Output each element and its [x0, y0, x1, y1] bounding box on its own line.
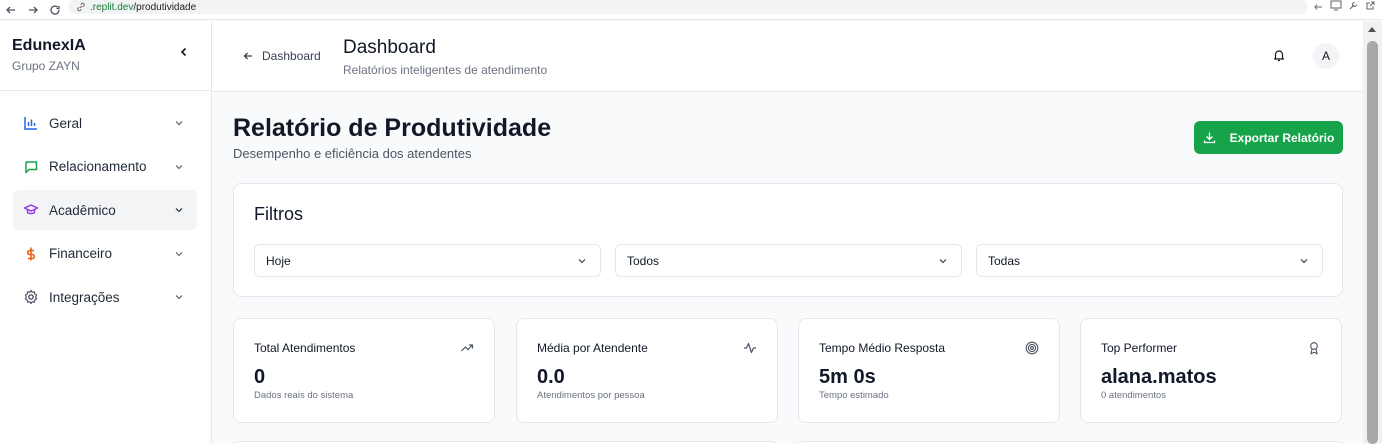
chevron-down-icon — [578, 259, 586, 264]
scroll-up-arrow-icon[interactable] — [1368, 27, 1376, 32]
back-arrow-icon[interactable] — [0, 0, 22, 20]
channel-select-value: Todas — [988, 253, 1021, 268]
sidebar-item-label: Acadêmico — [49, 202, 116, 218]
period-select[interactable]: Hoje — [254, 244, 601, 277]
sidebar-item-financeiro[interactable]: Financeiro — [13, 234, 197, 274]
stat-value: alana.matos — [1101, 366, 1217, 388]
forward-arrow-icon[interactable] — [22, 0, 44, 20]
period-select-value: Hoje — [266, 253, 291, 268]
sidebar-item-academico[interactable]: Acadêmico — [13, 190, 197, 230]
activity-icon — [744, 342, 756, 354]
stat-caption: Tempo estimado — [819, 390, 889, 401]
stat-caption: Dados reais do sistema — [254, 390, 354, 401]
scroll-thumb[interactable] — [1367, 41, 1378, 444]
page-title: Relatório de Produtividade — [233, 114, 552, 142]
stat-caption: 0 atendimentos — [1101, 390, 1166, 401]
header-subtitle: Relatórios inteligentes de atendimento — [343, 63, 548, 77]
stat-label: Top Performer — [1101, 341, 1178, 355]
collapse-sidebar-chevron-left-icon[interactable] — [177, 45, 191, 59]
sidebar-item-label: Geral — [49, 115, 83, 131]
arrow-left-icon — [243, 52, 252, 60]
reload-icon[interactable] — [44, 0, 66, 20]
browser-toolbar: .replit.dev/produtividade — [0, 0, 1382, 20]
graduation-cap-icon — [23, 202, 39, 218]
chevron-down-icon — [175, 251, 183, 256]
sidebar-nav: Geral Relacionamento Acadêmico Financeir… — [0, 91, 211, 317]
chevron-down-icon — [175, 208, 183, 213]
page-subtitle: Desempenho e eficiência dos atendentes — [233, 146, 472, 161]
gear-icon — [23, 289, 39, 305]
header-title: Dashboard — [343, 37, 436, 58]
url-host: .replit.dev — [90, 1, 134, 13]
brand-subtitle: Grupo ZAYN — [12, 59, 80, 73]
address-bar[interactable]: .replit.dev/produtividade — [68, 0, 1308, 14]
stat-card-total-atendimentos: Total Atendimentos 0 Dados reais do sist… — [233, 318, 495, 423]
filters-title: Filtros — [254, 204, 303, 224]
back-to-dashboard-link[interactable]: Dashboard — [242, 49, 321, 63]
sidebar-item-label: Financeiro — [49, 246, 113, 261]
chevron-down-icon — [939, 259, 947, 264]
sidebar: EdunexIA Grupo ZAYN Geral Relacionamento… — [0, 21, 212, 444]
stat-label: Média por Atendente — [537, 341, 648, 355]
brand-name: EdunexIA — [12, 37, 86, 54]
back-link-label: Dashboard — [262, 49, 321, 63]
open-new-tab-icon[interactable] — [1365, 0, 1376, 14]
wrench-icon[interactable] — [1348, 0, 1359, 14]
bell-icon[interactable] — [1272, 48, 1286, 62]
sidebar-item-geral[interactable]: Geral — [13, 103, 197, 143]
trending-up-icon — [461, 344, 474, 352]
chevron-down-icon — [175, 164, 183, 169]
stat-label: Total Atendimentos — [254, 341, 356, 355]
stat-card-media-por-atendente: Média por Atendente 0.0 Atendimentos por… — [516, 318, 778, 423]
devtools-icon[interactable] — [1330, 0, 1342, 14]
chevron-down-icon — [1300, 259, 1308, 264]
sidebar-item-integracoes[interactable]: Integrações — [13, 277, 197, 317]
bar-chart-icon — [23, 115, 39, 131]
download-icon — [1203, 132, 1215, 144]
chevron-down-icon — [175, 121, 183, 126]
avatar[interactable]: A — [1313, 43, 1339, 69]
chevron-down-icon — [175, 295, 183, 300]
dollar-sign-icon — [23, 246, 39, 262]
sidebar-item-label: Integrações — [49, 289, 120, 305]
sidebar-item-relacionamento[interactable]: Relacionamento — [13, 147, 197, 187]
sidebar-item-label: Relacionamento — [49, 159, 147, 174]
agent-select-value: Todos — [627, 253, 660, 268]
award-icon — [1310, 342, 1318, 355]
stat-label: Tempo Médio Resposta — [819, 341, 946, 355]
target-icon — [1025, 341, 1039, 355]
stat-card-top-performer: Top Performer alana.matos 0 atendimentos — [1080, 318, 1342, 423]
stat-value: 0.0 — [537, 366, 565, 388]
brand-block: EdunexIA Grupo ZAYN — [0, 21, 211, 91]
site-info-icon — [77, 2, 85, 12]
stat-caption: Atendimentos por pessoa — [537, 390, 645, 401]
scrollbar[interactable] — [1363, 21, 1382, 444]
agent-select[interactable]: Todos — [615, 244, 962, 277]
url-path: /produtividade — [133, 1, 197, 13]
message-square-icon — [23, 159, 39, 175]
stat-value: 5m 0s — [819, 366, 876, 388]
channel-select[interactable]: Todas — [976, 244, 1323, 277]
stat-value: 0 — [254, 366, 266, 388]
top-header: Dashboard Dashboard Relatórios inteligen… — [212, 21, 1363, 92]
filters-card: Filtros Hoje Todos Todas — [233, 183, 1343, 297]
cast-icon[interactable] — [1313, 1, 1324, 14]
export-report-button[interactable]: Exportar Relatório — [1194, 121, 1343, 154]
stat-card-tempo-medio-resposta: Tempo Médio Resposta 5m 0s Tempo estimad… — [798, 318, 1060, 423]
export-button-label: Exportar Relatório — [1229, 130, 1335, 145]
